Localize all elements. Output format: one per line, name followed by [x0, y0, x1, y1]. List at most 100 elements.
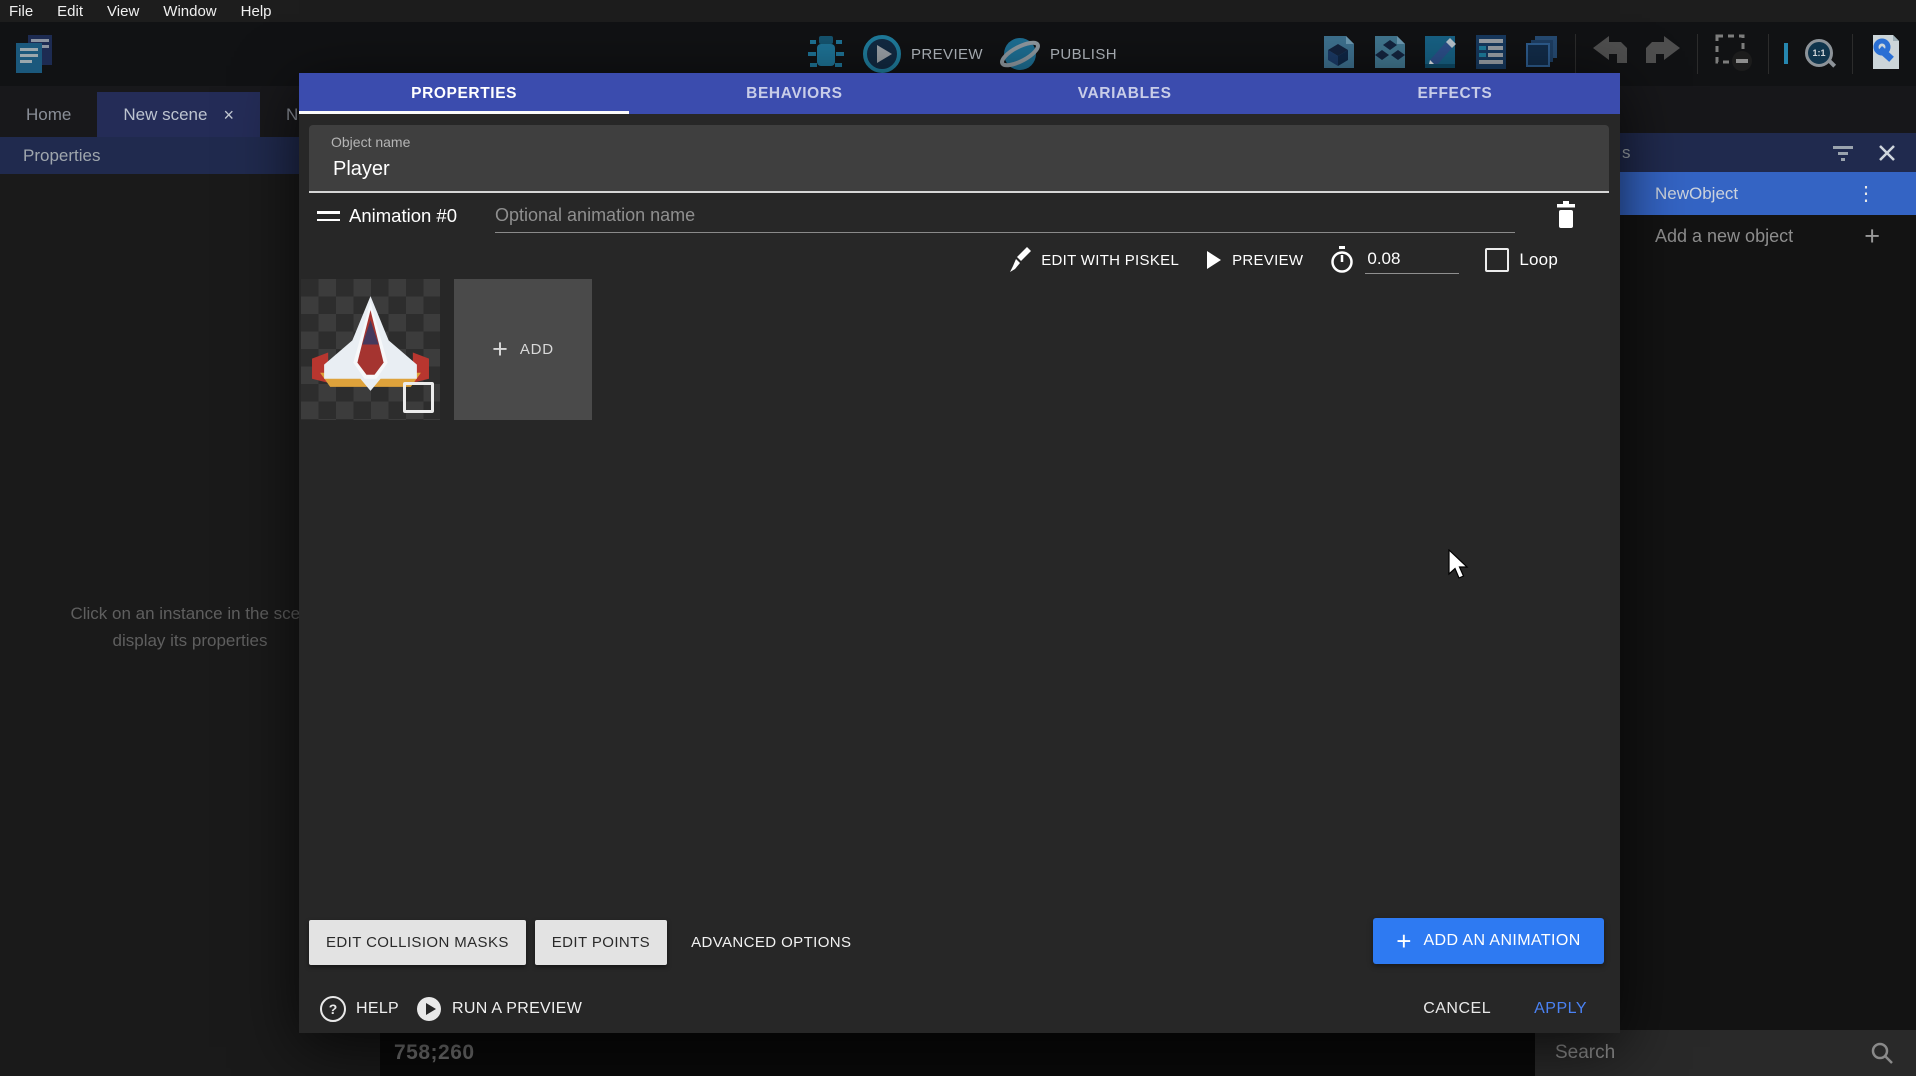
events-sheet-button[interactable]	[1473, 32, 1509, 77]
object-editor-dialog: PROPERTIES BEHAVIORS VARIABLES EFFECTS O…	[299, 73, 1620, 1033]
add-frame-plus-icon: +	[492, 336, 508, 363]
debugger-button[interactable]	[806, 30, 846, 79]
run-preview-icon	[416, 996, 442, 1022]
toolbar-right: 1:1	[1320, 32, 1904, 76]
preview-button[interactable]: PREVIEW	[862, 34, 983, 74]
scene-settings-button[interactable]	[1868, 32, 1904, 77]
filter-icon[interactable]	[1832, 144, 1856, 162]
brush-icon	[1009, 247, 1031, 273]
drag-handle-icon[interactable]	[317, 211, 340, 226]
dialog-tab-variables[interactable]: VARIABLES	[960, 73, 1290, 114]
help-button[interactable]: ? HELP	[320, 996, 399, 1022]
help-icon: ?	[320, 996, 346, 1022]
edit-points-button[interactable]: EDIT POINTS	[535, 920, 667, 965]
redo-icon	[1644, 35, 1682, 69]
dialog-tab-properties[interactable]: PROPERTIES	[299, 73, 629, 114]
dialog-tab-behaviors[interactable]: BEHAVIORS	[629, 73, 959, 114]
project-manager-button[interactable]	[12, 32, 56, 81]
menu-file[interactable]: File	[9, 3, 33, 20]
timer-icon	[1329, 246, 1355, 274]
menu-bar: File Edit View Window Help	[0, 0, 1916, 22]
object-cube-icon	[1320, 32, 1356, 72]
close-panel-icon[interactable]	[1878, 144, 1896, 162]
dialog-tab-bar: PROPERTIES BEHAVIORS VARIABLES EFFECTS	[299, 73, 1620, 114]
zoom-ratio-label: 1:1	[1812, 48, 1825, 58]
cursor-coordinates: 758;260	[394, 1041, 475, 1065]
edit-with-piskel-button[interactable]: EDIT WITH PISKEL	[1009, 247, 1179, 273]
deselect-button[interactable]	[1713, 32, 1753, 77]
object-list-item-newobject[interactable]: NewObject ⋮	[1620, 172, 1916, 215]
add-animation-label: ADD AN ANIMATION	[1423, 932, 1580, 950]
preview-animation-label: PREVIEW	[1232, 252, 1303, 269]
dialog-tab-effects[interactable]: EFFECTS	[1290, 73, 1620, 114]
object-item-menu-icon[interactable]: ⋮	[1856, 181, 1876, 206]
add-object-button[interactable]	[1320, 32, 1356, 77]
menu-window[interactable]: Window	[163, 3, 216, 20]
cancel-button[interactable]: CANCEL	[1423, 1000, 1491, 1018]
objects-search-input[interactable]	[1535, 1041, 1870, 1065]
objects-search-bar	[1535, 1030, 1916, 1076]
sprite-frame-thumbnail[interactable]	[301, 279, 440, 420]
debugger-icon	[806, 30, 846, 74]
publish-button[interactable]: PUBLISH	[999, 34, 1117, 74]
time-between-frames-input[interactable]	[1365, 247, 1459, 274]
edit-collision-masks-button[interactable]: EDIT COLLISION MASKS	[309, 920, 526, 965]
dialog-footer: ? HELP RUN A PREVIEW CANCEL APPLY	[299, 986, 1620, 1032]
redo-button[interactable]	[1644, 35, 1682, 74]
delete-animation-button[interactable]	[1549, 197, 1583, 233]
object-item-label: NewObject	[1655, 184, 1856, 204]
objects-panel-title-partial: s	[1622, 143, 1631, 163]
toolbar-separator	[1768, 34, 1769, 74]
advanced-options-button[interactable]: ADVANCED OPTIONS	[676, 920, 866, 965]
preview-play-icon	[862, 34, 902, 74]
add-frame-label: ADD	[520, 341, 554, 358]
add-new-object-row[interactable]: Add a new object +	[1620, 215, 1916, 258]
object-name-input[interactable]	[331, 157, 1535, 182]
toolbar-separator	[1697, 34, 1698, 74]
add-animation-plus-icon: +	[1396, 928, 1411, 954]
menu-edit[interactable]: Edit	[57, 3, 83, 20]
tab-new-scene[interactable]: New scene ×	[97, 92, 260, 137]
apply-button[interactable]: APPLY	[1534, 1000, 1587, 1018]
publish-globe-icon	[999, 34, 1041, 74]
add-frame-button[interactable]: + ADD	[454, 279, 592, 420]
loop-label: Loop	[1519, 250, 1558, 270]
tab-new-scene-label: New scene	[123, 105, 207, 125]
grid-button[interactable]	[1784, 45, 1788, 63]
gdevelop-window: File Edit View Window Help	[0, 0, 1916, 1076]
edit-scene-button[interactable]	[1422, 32, 1458, 77]
dialog-tool-buttons: EDIT COLLISION MASKS EDIT POINTS ADVANCE…	[309, 919, 866, 965]
loop-checkbox[interactable]	[1485, 248, 1509, 272]
trash-icon	[1554, 200, 1578, 230]
search-icon	[1870, 1041, 1894, 1065]
publish-label: PUBLISH	[1050, 46, 1117, 63]
objects-panel-body	[1620, 258, 1916, 1030]
undo-button[interactable]	[1591, 35, 1629, 74]
frame-select-checkbox[interactable]	[403, 382, 434, 413]
objects-list-button[interactable]	[1371, 32, 1407, 77]
animation-title: Animation #0	[349, 205, 457, 227]
toolbar-separator	[1852, 34, 1853, 74]
wrench-icon	[1868, 32, 1904, 72]
menu-help[interactable]: Help	[241, 3, 272, 20]
add-an-animation-button[interactable]: + ADD AN ANIMATION	[1373, 918, 1604, 964]
menu-view[interactable]: View	[107, 3, 139, 20]
animation-header-row: Animation #0	[299, 195, 1620, 239]
loop-toggle: Loop	[1485, 248, 1558, 272]
run-a-preview-button[interactable]: RUN A PREVIEW	[416, 996, 582, 1022]
undo-icon	[1591, 35, 1629, 69]
edit-with-piskel-label: EDIT WITH PISKEL	[1041, 252, 1179, 269]
deselect-instances-icon	[1713, 32, 1753, 72]
tab-close-icon[interactable]: ×	[223, 106, 234, 124]
active-tab-indicator	[299, 111, 629, 114]
tab-home[interactable]: Home	[0, 92, 97, 137]
zoom-1-1-button[interactable]: 1:1	[1803, 37, 1837, 71]
scene-status-bar: 758;260	[380, 1030, 1535, 1076]
objects-panel-header: s	[1620, 133, 1916, 172]
objects-group-icon	[1371, 32, 1407, 72]
preview-animation-button[interactable]: PREVIEW	[1205, 250, 1303, 270]
play-icon	[1205, 250, 1222, 270]
layers-button[interactable]	[1524, 32, 1560, 77]
animation-name-input[interactable]	[495, 199, 1515, 233]
mouse-cursor	[1448, 549, 1470, 586]
